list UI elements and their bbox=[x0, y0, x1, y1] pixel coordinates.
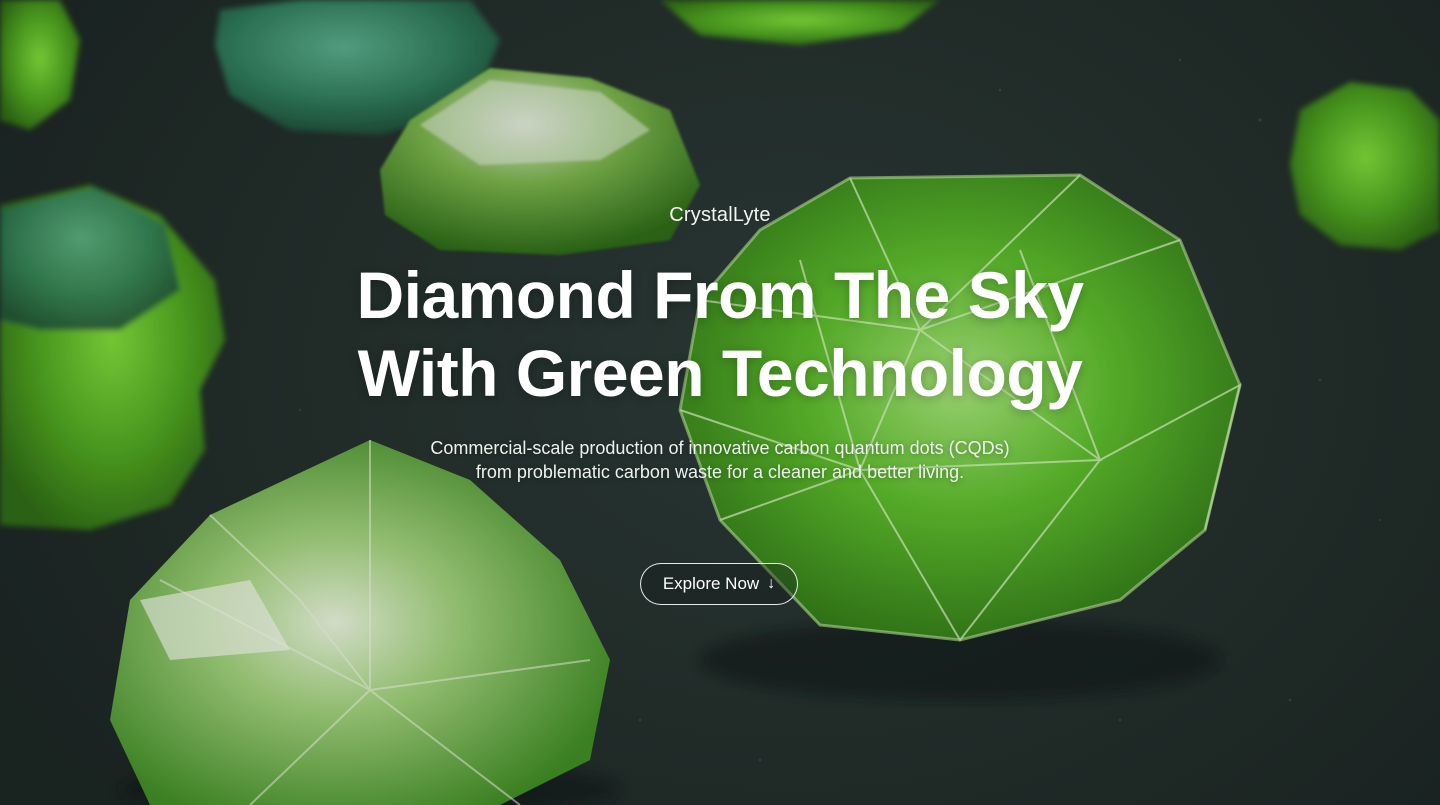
brand-name: CrystalLyte bbox=[669, 204, 771, 226]
hero-headline: Diamond From The Sky With Green Technolo… bbox=[0, 256, 1440, 412]
subtext-line-1: Commercial-scale production of innovativ… bbox=[430, 438, 1010, 458]
arrow-down-icon: ↓ bbox=[767, 575, 776, 592]
explore-now-button[interactable]: Explore Now ↓ bbox=[640, 563, 798, 605]
explore-now-label: Explore Now bbox=[662, 574, 760, 593]
headline-line-1: Diamond From The Sky bbox=[356, 258, 1084, 332]
hero-subtext: Commercial-scale production of innovativ… bbox=[0, 436, 1440, 484]
hero-section: CrystalLyte Diamond From The Sky With Gr… bbox=[0, 0, 1440, 805]
hero-content: CrystalLyte Diamond From The Sky With Gr… bbox=[0, 0, 1440, 805]
subtext-line-2: from problematic carbon waste for a clea… bbox=[475, 462, 965, 482]
headline-line-2: With Green Technology bbox=[357, 336, 1083, 410]
